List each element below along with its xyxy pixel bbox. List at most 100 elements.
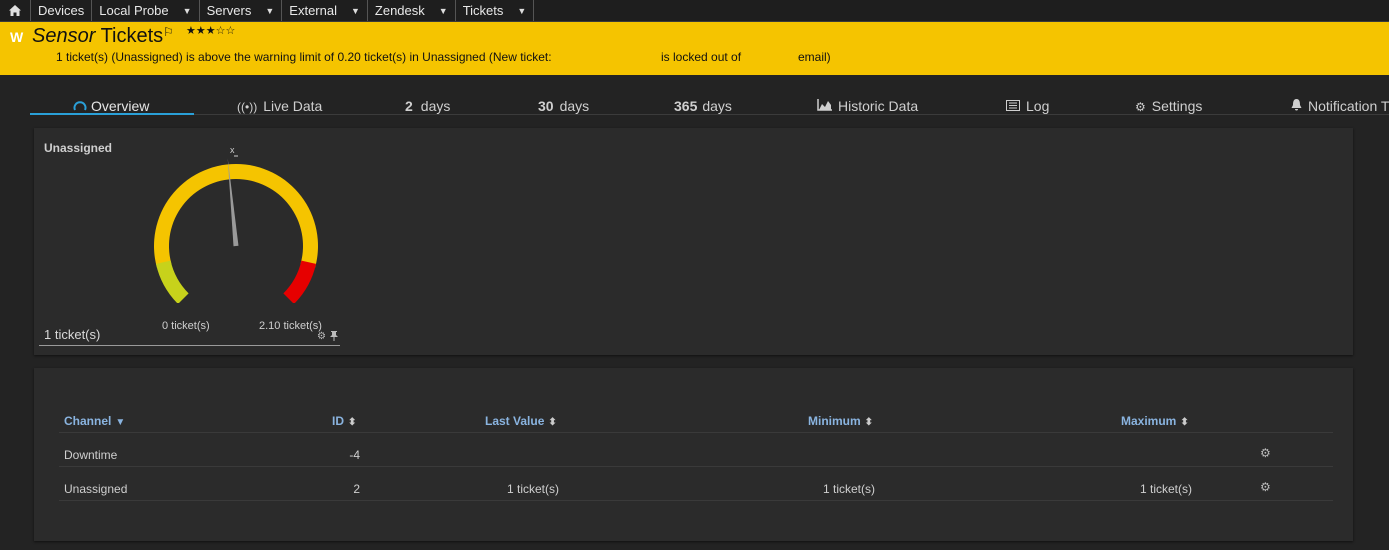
tab-log[interactable]: Log bbox=[1006, 98, 1049, 114]
column-header-label: ID bbox=[332, 414, 344, 428]
priority-stars[interactable]: ★★★☆☆ bbox=[186, 24, 235, 37]
bell-icon bbox=[1291, 99, 1302, 111]
tab-number: 30 bbox=[538, 98, 554, 114]
caret-down-icon[interactable]: ▼ bbox=[183, 6, 192, 16]
warning-text-2: is locked out of bbox=[661, 50, 742, 64]
tab-overview[interactable]: Overview bbox=[73, 98, 149, 114]
gauge-min-label: 0 ticket(s) bbox=[162, 320, 210, 332]
gauge-max-label: 2.10 ticket(s) bbox=[259, 320, 322, 332]
gauge-settings-icon[interactable]: ⚙ bbox=[317, 331, 326, 342]
tab-2-days[interactable]: 2 days bbox=[405, 98, 450, 114]
gauge-value: 1 ticket(s) bbox=[44, 327, 101, 342]
warning-message: 1 ticket(s) (Unassigned) is above the wa… bbox=[56, 50, 831, 64]
sort-desc-icon: ▼ bbox=[115, 417, 126, 428]
tab-divider bbox=[30, 114, 1389, 115]
cell-maximum: 1 ticket(s) bbox=[1139, 482, 1192, 496]
breadcrumb-label: Local Probe bbox=[99, 3, 169, 18]
gauge-error-band bbox=[283, 260, 317, 303]
channel-settings-icon[interactable]: ⚙ bbox=[1260, 446, 1271, 460]
breadcrumb-tickets[interactable]: Tickets ▼ bbox=[456, 0, 535, 21]
channel-settings-icon[interactable]: ⚙ bbox=[1260, 480, 1271, 494]
row-divider bbox=[59, 500, 1333, 501]
chart-icon bbox=[817, 99, 832, 111]
breadcrumb: Devices Local Probe ▼ Servers ▼ External ▼ … bbox=[0, 0, 1389, 22]
breadcrumb-local-probe[interactable]: Local Probe ▼ bbox=[92, 0, 200, 21]
breadcrumb-devices[interactable]: Devices bbox=[31, 0, 93, 21]
sort-icon: ⬍ bbox=[864, 417, 874, 428]
tab-settings[interactable]: ⚙ Settings bbox=[1135, 98, 1202, 114]
pin-icon[interactable] bbox=[330, 331, 338, 344]
row-divider bbox=[59, 432, 1333, 433]
cell-minimum: 1 ticket(s) bbox=[822, 482, 875, 496]
tab-label: Notification T bbox=[1308, 98, 1389, 114]
tab-label: days bbox=[702, 98, 732, 114]
breadcrumb-external[interactable]: External ▼ bbox=[282, 0, 368, 21]
sort-icon: ⬍ bbox=[348, 417, 357, 428]
column-header-minimum[interactable]: Minimum ⬍ bbox=[808, 414, 873, 428]
caret-down-icon[interactable]: ▼ bbox=[439, 6, 448, 16]
warning-text-1: 1 ticket(s) (Unassigned) is above the wa… bbox=[56, 50, 552, 64]
home-icon bbox=[9, 5, 21, 16]
log-icon bbox=[1006, 100, 1020, 111]
tab-30-days[interactable]: 30 days bbox=[538, 98, 589, 114]
gauge-chart: x bbox=[154, 145, 318, 303]
gauge-icon bbox=[73, 101, 87, 111]
status-badge: W bbox=[10, 29, 24, 45]
gauge-channel-name: Unassigned bbox=[44, 141, 113, 155]
column-header-label: Minimum bbox=[808, 414, 861, 428]
warning-text-3: email) bbox=[798, 50, 831, 64]
caret-down-icon[interactable]: ▼ bbox=[351, 6, 360, 16]
tab-bar: Overview ((•)) Live Data 2 days 30 days 365… bbox=[30, 96, 1389, 116]
tab-label: Log bbox=[1026, 98, 1050, 114]
tab-live-data[interactable]: ((•)) Live Data bbox=[237, 98, 322, 114]
cell-last-value: 1 ticket(s) bbox=[506, 482, 559, 496]
gauge-warning-band bbox=[154, 164, 318, 268]
gear-icon: ⚙ bbox=[1135, 100, 1146, 114]
gauge-divider bbox=[39, 345, 340, 346]
cell-id: -4 bbox=[349, 448, 360, 462]
sort-icon: ⬍ bbox=[548, 417, 557, 428]
tab-label: Settings bbox=[1151, 98, 1203, 114]
breadcrumb-label: Zendesk bbox=[374, 3, 425, 18]
tab-notification-triggers[interactable]: Notification T bbox=[1291, 98, 1389, 114]
breadcrumb-label: External bbox=[289, 3, 337, 18]
tab-label: days bbox=[420, 98, 451, 114]
cell-channel[interactable]: Unassigned bbox=[64, 482, 127, 496]
flag-icon[interactable]: ⚐ bbox=[163, 25, 174, 39]
column-header-label: Channel bbox=[64, 414, 112, 428]
breadcrumb-label: Tickets bbox=[462, 3, 504, 18]
home-button[interactable] bbox=[0, 0, 31, 21]
tab-number: 365 bbox=[674, 98, 698, 114]
tab-number: 2 bbox=[405, 98, 413, 114]
live-data-icon: ((•)) bbox=[237, 100, 258, 114]
breadcrumb-label: Servers bbox=[206, 3, 252, 18]
sensor-header: W Sensor Tickets ⚐ ★★★☆☆ 1 ticket(s) (Un… bbox=[0, 22, 1389, 75]
column-header-last-value[interactable]: Last Value ⬍ bbox=[485, 414, 557, 428]
tab-historic-data[interactable]: Historic Data bbox=[817, 98, 918, 114]
breadcrumb-label: Devices bbox=[38, 3, 85, 18]
gauge-ok-band bbox=[155, 260, 189, 303]
sort-icon: ⬍ bbox=[1180, 417, 1189, 428]
title-prefix: Sensor bbox=[32, 25, 96, 47]
breadcrumb-servers[interactable]: Servers ▼ bbox=[200, 0, 283, 21]
channel-table: Channel ▼ ID ⬍ Last Value ⬍ Minimum ⬍ Maximu… bbox=[34, 368, 1353, 541]
row-divider bbox=[59, 466, 1333, 467]
breadcrumb-zendesk[interactable]: Zendesk ▼ bbox=[368, 0, 456, 21]
column-header-label: Maximum bbox=[1121, 414, 1177, 428]
tab-label: Historic Data bbox=[838, 98, 919, 114]
column-header-id[interactable]: ID ⬍ bbox=[332, 414, 356, 428]
column-header-channel[interactable]: Channel ▼ bbox=[64, 414, 125, 428]
page-title: Sensor Tickets bbox=[32, 25, 163, 48]
column-header-maximum[interactable]: Maximum ⬍ bbox=[1121, 414, 1189, 428]
cell-id: 2 bbox=[353, 482, 360, 496]
tab-label: Live Data bbox=[263, 98, 323, 114]
tab-label: Overview bbox=[91, 98, 150, 114]
tab-label: days bbox=[559, 98, 590, 114]
cell-channel[interactable]: Downtime bbox=[64, 448, 117, 462]
tab-365-days[interactable]: 365 days bbox=[674, 98, 732, 114]
caret-down-icon[interactable]: ▼ bbox=[517, 6, 526, 16]
column-header-label: Last Value bbox=[485, 414, 545, 428]
caret-down-icon[interactable]: ▼ bbox=[265, 6, 274, 16]
gauge-limit-mark: x bbox=[230, 145, 235, 155]
gauge-panel: Unassigned x 0 ticket(s) 2.10 ticket(s) … bbox=[34, 128, 1353, 355]
